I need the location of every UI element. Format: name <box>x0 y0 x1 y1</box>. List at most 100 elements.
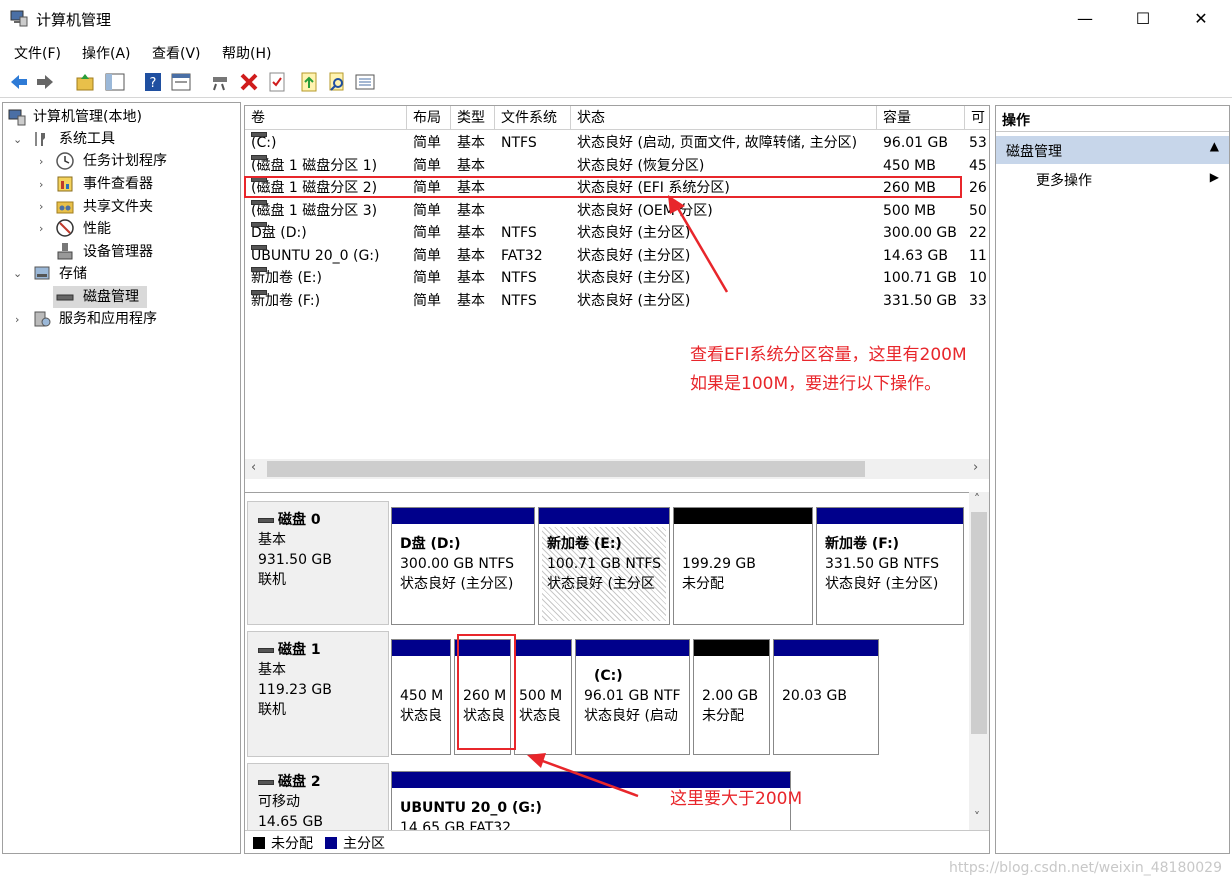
table-row[interactable]: (磁盘 1 磁盘分区 3) 简单 基本 状态良好 (OEM 分区) 500 MB 50 <box>245 199 989 222</box>
scroll-thumb[interactable] <box>267 461 865 477</box>
table-cell: 10 <box>969 270 987 286</box>
export-icon[interactable] <box>298 71 320 93</box>
volume-name: 新加卷 (E:) <box>251 270 322 286</box>
table-cell: NTFS <box>501 270 537 286</box>
expand-chevron-icon[interactable]: ⌄ <box>13 267 22 280</box>
tree-shared-folders[interactable]: 共享文件夹 <box>83 196 153 218</box>
table-cell: 基本 <box>457 292 485 309</box>
forward-icon[interactable] <box>34 71 56 93</box>
partition-recovery[interactable]: 450 M 状态良 <box>391 639 451 755</box>
expand-chevron-icon[interactable]: ⌄ <box>13 133 22 146</box>
collapse-arrow-icon[interactable]: ▲ <box>1210 139 1219 153</box>
partition-size: 100.71 GB NTFS <box>547 556 662 572</box>
partition-status: 状态良好 (主分区 <box>547 576 655 592</box>
disk-0-label[interactable]: 磁盘 0 基本 931.50 GB 联机 <box>247 501 389 625</box>
actions-header: 操作 <box>996 106 1229 132</box>
table-cell: 26 <box>969 180 987 196</box>
col-type[interactable]: 类型 <box>451 106 495 130</box>
checklist-icon[interactable] <box>266 71 288 93</box>
vertical-scrollbar[interactable]: ˄ ˅ <box>969 492 989 830</box>
tree-services[interactable]: 服务和应用程序 <box>59 308 157 330</box>
unallocated-space-disk1[interactable]: 2.00 GB 未分配 <box>693 639 770 755</box>
device-manager-icon <box>57 243 73 260</box>
partition-oem[interactable]: 500 M 状态良 <box>514 639 572 755</box>
minimize-button[interactable]: — <box>1062 0 1108 38</box>
collapsed-chevron-icon[interactable]: › <box>39 200 43 213</box>
unallocated-swatch <box>253 837 265 849</box>
col-layout[interactable]: 布局 <box>407 106 451 130</box>
connect-icon[interactable] <box>210 71 232 93</box>
tree-device-manager[interactable]: 设备管理器 <box>83 241 153 263</box>
actions-section[interactable]: 磁盘管理 ▲ <box>996 136 1229 164</box>
volume-icon <box>251 222 267 227</box>
efi-partition-highlight <box>457 634 516 750</box>
partition-linux[interactable]: 20.03 GB <box>773 639 879 755</box>
table-row[interactable]: (磁盘 1 磁盘分区 1) 简单 基本 状态良好 (恢复分区) 450 MB 45 <box>245 154 989 177</box>
list-icon[interactable] <box>354 71 376 93</box>
partition-size: 500 M <box>519 688 563 704</box>
partition-f[interactable]: 新加卷 (F:) 331.50 GB NTFS 状态良好 (主分区) <box>816 507 964 625</box>
tree-storage[interactable]: 存储 <box>59 263 87 285</box>
show-tree-icon[interactable] <box>104 71 126 93</box>
scroll-left-icon[interactable]: ‹ <box>251 460 256 475</box>
menu-file[interactable]: 文件(F) <box>14 43 61 63</box>
menu-action[interactable]: 操作(A) <box>82 43 131 63</box>
collapsed-chevron-icon[interactable]: › <box>39 178 43 191</box>
table-row[interactable]: 新加卷 (F:) 简单 基本 NTFS 状态良好 (主分区) 331.50 GB 33 <box>245 289 989 312</box>
search-icon[interactable] <box>326 71 348 93</box>
tree-event-viewer[interactable]: 事件查看器 <box>83 173 153 195</box>
close-button[interactable]: ✕ <box>1178 0 1224 38</box>
table-row[interactable]: D盘 (D:) 简单 基本 NTFS 状态良好 (主分区) 300.00 GB 22 <box>245 222 989 244</box>
annotation-note-2: 这里要大于200M <box>670 789 803 809</box>
actions-pane: 操作 磁盘管理 ▲ 更多操作 ▶ <box>995 105 1230 854</box>
scroll-thumb[interactable] <box>971 512 987 734</box>
collapsed-chevron-icon[interactable]: › <box>39 155 43 168</box>
back-icon[interactable] <box>8 71 30 93</box>
table-cell: 14.63 GB <box>883 247 948 264</box>
properties-icon[interactable] <box>170 71 192 93</box>
legend: 未分配 主分区 <box>245 830 989 853</box>
partition-status: 状态良 <box>400 708 442 724</box>
table-cell: 基本 <box>457 225 485 241</box>
submenu-arrow-icon[interactable]: ▶ <box>1210 170 1219 184</box>
tree-task-scheduler[interactable]: 任务计划程序 <box>83 150 167 172</box>
tree-system-tools[interactable]: 系统工具 <box>59 128 115 150</box>
help-icon[interactable]: ? <box>142 71 164 93</box>
disk-2-label[interactable]: 磁盘 2 可移动 14.65 GB <box>247 763 389 833</box>
delete-icon[interactable] <box>238 71 260 93</box>
table-cell: 11 <box>969 247 987 264</box>
col-status[interactable]: 状态 <box>571 106 877 130</box>
table-row[interactable]: 新加卷 (E:) 简单 基本 NTFS 状态良好 (主分区) 100.71 GB 10 <box>245 267 989 289</box>
unallocated-space[interactable]: 199.29 GB 未分配 <box>673 507 813 625</box>
partition-d[interactable]: D盘 (D:) 300.00 GB NTFS 状态良好 (主分区) <box>391 507 535 625</box>
more-actions[interactable]: 更多操作 <box>1036 170 1092 190</box>
menu-view[interactable]: 查看(V) <box>152 43 201 63</box>
scroll-right-icon[interactable]: › <box>973 460 978 475</box>
disk-graph: 磁盘 0 基本 931.50 GB 联机 D盘 (D:) 300.00 GB NT… <box>245 492 989 835</box>
col-volume[interactable]: 卷 <box>245 106 407 130</box>
maximize-button[interactable]: ☐ <box>1120 0 1166 38</box>
scroll-down-icon[interactable]: ˅ <box>974 810 980 824</box>
partition-title: (C:) <box>594 668 623 684</box>
table-cell: 450 MB <box>883 157 936 174</box>
primary-bar <box>392 508 534 524</box>
horizontal-scrollbar[interactable]: ‹ › <box>245 459 989 479</box>
collapsed-chevron-icon[interactable]: › <box>39 222 43 235</box>
scroll-up-icon[interactable]: ˄ <box>974 492 980 506</box>
col-capacity[interactable]: 容量 <box>877 106 965 130</box>
col-filesystem[interactable]: 文件系统 <box>495 106 571 130</box>
partition-c[interactable]: (C:) 96.01 GB NTF 状态良好 (启动 <box>575 639 690 755</box>
table-row[interactable]: (C:) 简单 基本 NTFS 状态良好 (启动, 页面文件, 故障转储, 主分区) 96… <box>245 132 989 154</box>
table-cell: 45 <box>969 157 987 174</box>
tree-root[interactable]: 计算机管理(本地) <box>33 106 142 128</box>
menu-help[interactable]: 帮助(H) <box>222 43 271 63</box>
disk-1-label[interactable]: 磁盘 1 基本 119.23 GB 联机 <box>247 631 389 757</box>
col-free[interactable]: 可 <box>965 106 989 130</box>
up-folder-icon[interactable] <box>74 71 96 93</box>
table-row[interactable]: UBUNTU 20_0 (G:) 简单 基本 FAT32 状态良好 (主分区) 14.63… <box>245 244 989 267</box>
table-cell: 300.00 GB <box>883 225 957 241</box>
tree-disk-management[interactable]: 磁盘管理 <box>83 286 139 308</box>
collapsed-chevron-icon[interactable]: › <box>15 313 19 326</box>
tree-performance[interactable]: 性能 <box>83 218 111 240</box>
partition-e[interactable]: 新加卷 (E:) 100.71 GB NTFS 状态良好 (主分区 <box>538 507 670 625</box>
